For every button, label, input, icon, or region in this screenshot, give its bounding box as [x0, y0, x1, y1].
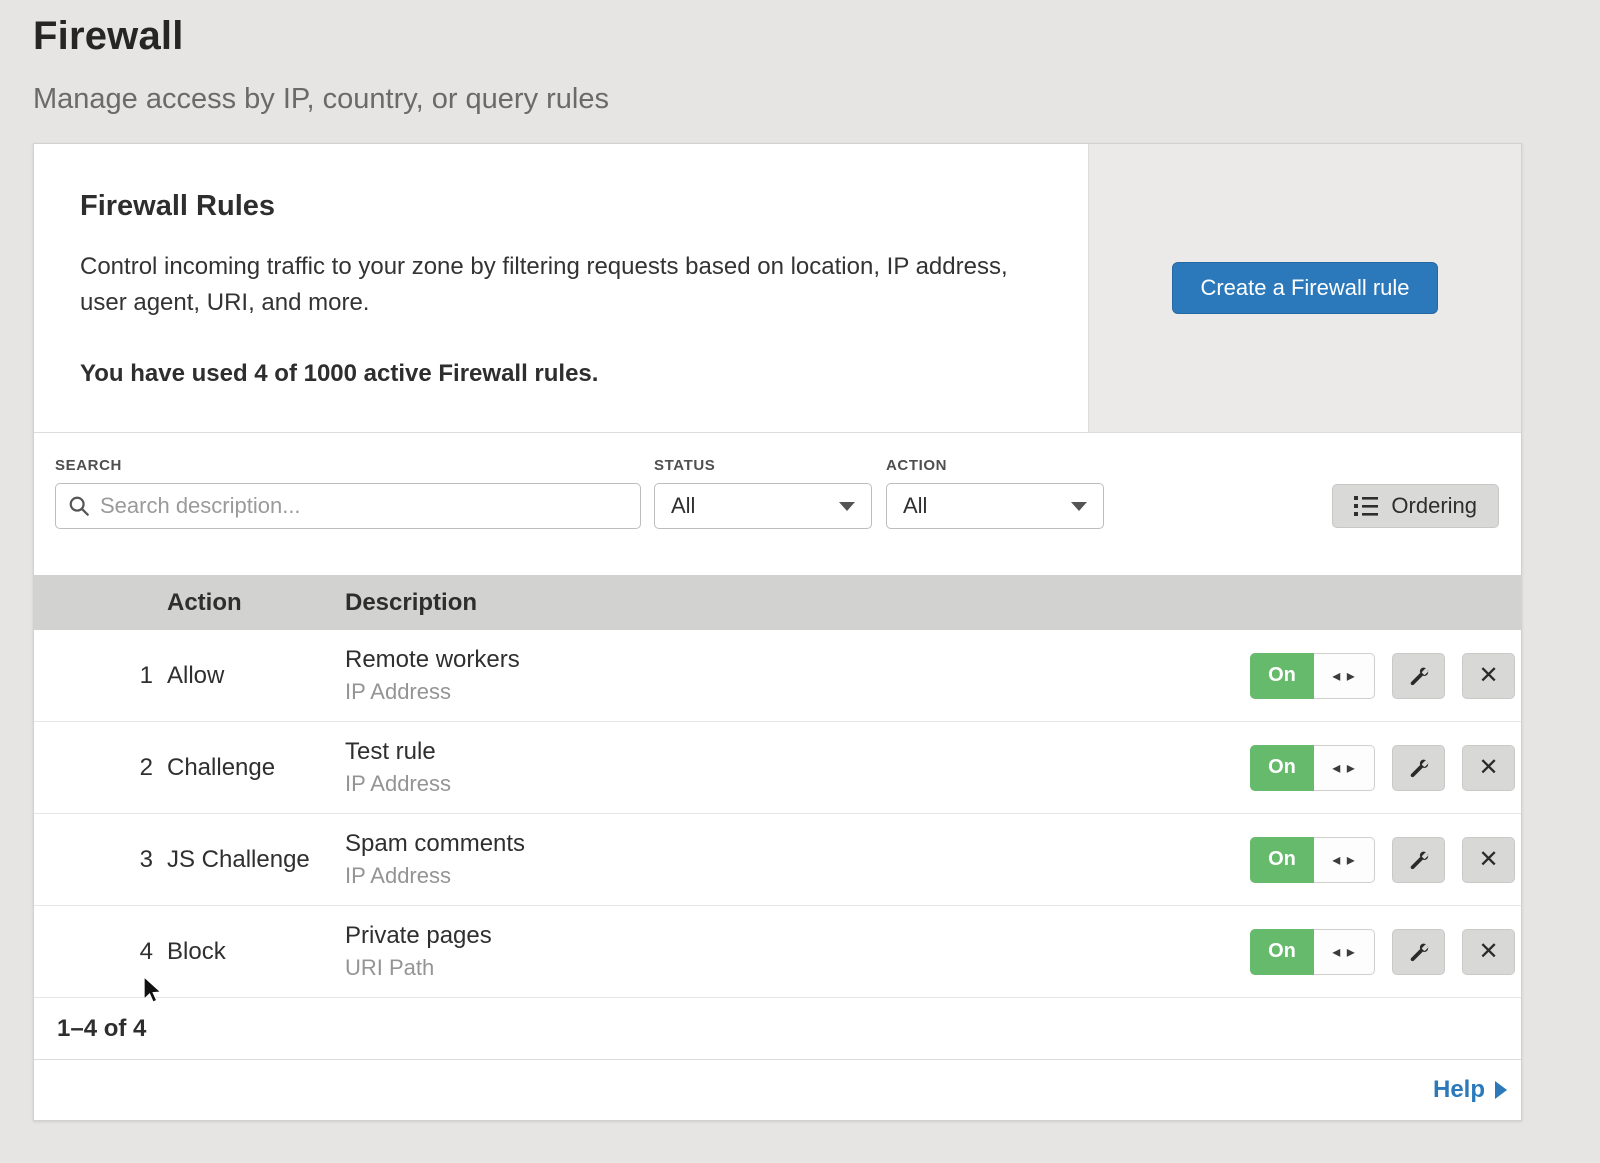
status-selected-value: All [671, 493, 695, 519]
delete-rule-button[interactable]: ✕ [1462, 929, 1515, 975]
toggle-on-label[interactable]: On [1250, 929, 1314, 975]
toggle-arrows-icon[interactable]: ◂ ▸ [1314, 653, 1375, 699]
rule-enabled-toggle[interactable]: On ◂ ▸ [1250, 653, 1375, 699]
search-icon [68, 495, 90, 517]
wrench-icon [1408, 849, 1430, 871]
search-label: SEARCH [55, 457, 641, 474]
rule-controls: On ◂ ▸ ✕ [1250, 745, 1521, 791]
filters-bar: SEARCH STATUS All ACTION All [34, 433, 1521, 575]
rule-description: Spam comments [345, 830, 1250, 858]
rule-controls: On ◂ ▸ ✕ [1250, 653, 1521, 699]
status-select[interactable]: All [654, 483, 872, 529]
section-heading: Firewall Rules [80, 190, 1028, 223]
chevron-down-icon [839, 502, 855, 511]
description-column-header: Description [345, 589, 1515, 617]
create-firewall-rule-button[interactable]: Create a Firewall rule [1172, 262, 1437, 314]
ordering-button-label: Ordering [1391, 493, 1477, 519]
chevron-down-icon [1071, 502, 1087, 511]
rule-enabled-toggle[interactable]: On ◂ ▸ [1250, 837, 1375, 883]
status-label: STATUS [654, 457, 872, 474]
rule-match-type: IP Address [345, 771, 1250, 797]
rule-description-cell: Remote workers IP Address [345, 646, 1250, 705]
intro-section: Firewall Rules Control incoming traffic … [34, 144, 1521, 433]
rule-action: Challenge [167, 754, 345, 782]
rule-match-type: URI Path [345, 955, 1250, 981]
edit-rule-button[interactable] [1392, 653, 1445, 699]
help-link-label: Help [1433, 1076, 1485, 1104]
page-header: Firewall Manage access by IP, country, o… [0, 0, 1600, 116]
toggle-on-label[interactable]: On [1250, 745, 1314, 791]
intro-text-block: Firewall Rules Control incoming traffic … [34, 144, 1088, 432]
rules-table-body: 1 Allow Remote workers IP Address On ◂ ▸… [34, 630, 1521, 998]
search-box [55, 483, 641, 529]
search-filter-group: SEARCH [55, 457, 641, 529]
action-filter-group: ACTION All [886, 457, 1104, 529]
rule-description-cell: Private pages URI Path [345, 922, 1250, 981]
table-row: 1 Allow Remote workers IP Address On ◂ ▸… [34, 630, 1521, 722]
table-header: Action Description [34, 575, 1521, 630]
edit-rule-button[interactable] [1392, 837, 1445, 883]
rule-priority: 4 [34, 938, 167, 966]
action-selected-value: All [903, 493, 927, 519]
close-icon: ✕ [1478, 940, 1498, 964]
edit-rule-button[interactable] [1392, 929, 1445, 975]
toggle-arrows-icon[interactable]: ◂ ▸ [1314, 929, 1375, 975]
edit-rule-button[interactable] [1392, 745, 1445, 791]
rule-action: Block [167, 938, 345, 966]
toggle-arrows-icon[interactable]: ◂ ▸ [1314, 745, 1375, 791]
ordered-list-icon [1354, 495, 1378, 517]
table-row: 2 Challenge Test rule IP Address On ◂ ▸ … [34, 722, 1521, 814]
description-column-header-label: Description [345, 589, 1515, 617]
rule-enabled-toggle[interactable]: On ◂ ▸ [1250, 745, 1375, 791]
rule-priority: 2 [34, 754, 167, 782]
toggle-arrows-icon[interactable]: ◂ ▸ [1314, 837, 1375, 883]
help-row: Help [34, 1060, 1521, 1120]
action-column-header: Action [167, 589, 345, 617]
rule-enabled-toggle[interactable]: On ◂ ▸ [1250, 929, 1375, 975]
rule-description-cell: Spam comments IP Address [345, 830, 1250, 889]
arrow-right-icon [1495, 1081, 1507, 1099]
close-icon: ✕ [1478, 848, 1498, 872]
table-row: 3 JS Challenge Spam comments IP Address … [34, 814, 1521, 906]
rule-controls: On ◂ ▸ ✕ [1250, 837, 1521, 883]
section-description: Control incoming traffic to your zone by… [80, 249, 1025, 320]
rule-match-type: IP Address [345, 679, 1250, 705]
wrench-icon [1408, 757, 1430, 779]
toggle-on-label[interactable]: On [1250, 837, 1314, 883]
toggle-on-label[interactable]: On [1250, 653, 1314, 699]
close-icon: ✕ [1478, 664, 1498, 688]
pagination-summary: 1–4 of 4 [57, 1015, 146, 1043]
firewall-rules-card: Firewall Rules Control incoming traffic … [33, 143, 1522, 1121]
rule-action: Allow [167, 662, 345, 690]
rule-description: Private pages [345, 922, 1250, 950]
table-row: 4 Block Private pages URI Path On ◂ ▸ ✕ [34, 906, 1521, 998]
page-subtitle: Manage access by IP, country, or query r… [33, 83, 1600, 116]
action-select[interactable]: All [886, 483, 1104, 529]
create-rule-panel: Create a Firewall rule [1088, 144, 1521, 432]
delete-rule-button[interactable]: ✕ [1462, 837, 1515, 883]
help-link[interactable]: Help [1433, 1076, 1507, 1104]
rule-action: JS Challenge [167, 846, 345, 874]
wrench-icon [1408, 665, 1430, 687]
delete-rule-button[interactable]: ✕ [1462, 653, 1515, 699]
rule-description: Remote workers [345, 646, 1250, 674]
action-label: ACTION [886, 457, 1104, 474]
ordering-button[interactable]: Ordering [1332, 484, 1499, 528]
search-input[interactable] [55, 483, 641, 529]
rule-priority: 3 [34, 846, 167, 874]
rule-priority: 1 [34, 662, 167, 690]
rule-description: Test rule [345, 738, 1250, 766]
rule-match-type: IP Address [345, 863, 1250, 889]
rule-description-cell: Test rule IP Address [345, 738, 1250, 797]
wrench-icon [1408, 941, 1430, 963]
usage-summary: You have used 4 of 1000 active Firewall … [80, 360, 1028, 388]
close-icon: ✕ [1478, 756, 1498, 780]
rule-controls: On ◂ ▸ ✕ [1250, 929, 1521, 975]
page-title: Firewall [33, 14, 1600, 59]
pagination-row: 1–4 of 4 [34, 998, 1521, 1060]
status-filter-group: STATUS All [654, 457, 872, 529]
delete-rule-button[interactable]: ✕ [1462, 745, 1515, 791]
